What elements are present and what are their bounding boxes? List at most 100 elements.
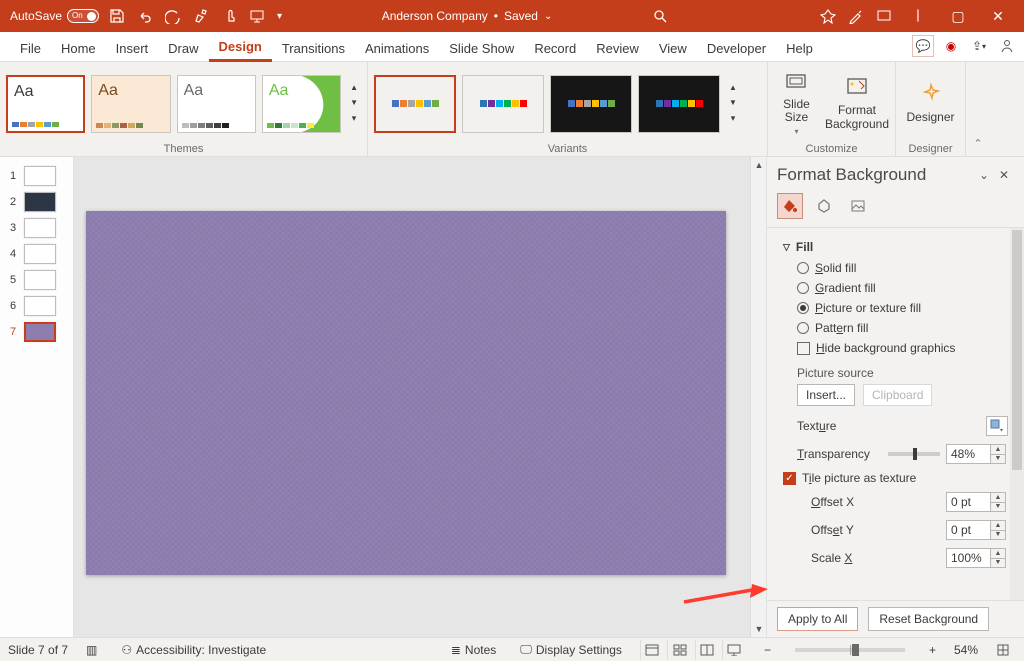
themes-gallery[interactable]: Aa Aa Aa Aa ▲▼▾ — [6, 66, 361, 141]
ribbon-options-icon[interactable] — [870, 2, 898, 30]
offset-y-spinner[interactable]: ▲▼ — [946, 520, 1008, 540]
tab-design[interactable]: Design — [209, 33, 272, 62]
variant-1[interactable] — [374, 75, 456, 133]
document-name[interactable]: Anderson Company — [382, 9, 488, 23]
check-tile-texture[interactable]: ✓Tile picture as texture — [783, 468, 1024, 488]
slide-canvas[interactable] — [86, 211, 726, 575]
transparency-slider[interactable] — [888, 452, 940, 456]
slide-size-button[interactable]: Slide Size ▾ — [774, 69, 819, 139]
quick-edit-icon[interactable] — [187, 2, 215, 30]
collapse-ribbon-icon[interactable]: ⌃ — [966, 62, 990, 156]
tab-insert[interactable]: Insert — [106, 35, 159, 61]
premium-icon[interactable] — [814, 2, 842, 30]
fit-to-window-icon[interactable] — [990, 638, 1016, 662]
variant-3[interactable] — [550, 75, 632, 133]
tab-file[interactable]: File — [10, 35, 51, 61]
present-icon[interactable] — [243, 2, 271, 30]
status-language[interactable]: ▥ — [80, 638, 103, 662]
tab-view[interactable]: View — [649, 35, 697, 61]
editor-scrollbar[interactable]: ▲ ▼ — [750, 157, 766, 637]
title-dropdown-icon[interactable]: ⌄ — [544, 11, 552, 22]
share-icon[interactable]: ⇪▾ — [968, 35, 990, 57]
thumbnail-3[interactable]: 3 — [0, 215, 73, 241]
comments-icon[interactable]: 💬 — [912, 35, 934, 57]
fill-section-toggle[interactable]: ▽Fill — [783, 236, 1024, 258]
zoom-in-button[interactable]: + — [923, 638, 942, 662]
reading-view-icon[interactable] — [695, 640, 719, 660]
tab-help[interactable]: Help — [776, 35, 823, 61]
undo-icon[interactable] — [131, 2, 159, 30]
thumbnail-5[interactable]: 5 — [0, 267, 73, 293]
fill-tab-icon[interactable] — [777, 193, 803, 219]
variants-more-icon[interactable]: ▲▼▾ — [726, 83, 740, 124]
thumbnail-7[interactable]: 7 — [0, 319, 73, 345]
account-icon[interactable] — [996, 35, 1018, 57]
sorter-view-icon[interactable] — [667, 640, 691, 660]
theme-card-3[interactable]: Aa — [177, 75, 256, 133]
scroll-up-icon[interactable]: ▲ — [751, 157, 766, 173]
check-hide-graphics[interactable]: Hide background graphics — [783, 338, 1024, 358]
display-settings-button[interactable]: 🖵Display Settings — [514, 638, 628, 662]
slide-editor[interactable]: ▲ ▼ — [74, 157, 766, 637]
variant-2[interactable] — [462, 75, 544, 133]
effects-tab-icon[interactable] — [811, 193, 837, 219]
qat-more-icon[interactable]: ▾ — [271, 2, 288, 30]
minimize-button[interactable]: 〡 — [898, 6, 938, 26]
notes-button[interactable]: ≣Notes — [445, 638, 502, 662]
thumbnail-1[interactable]: 1 — [0, 163, 73, 189]
redo-icon[interactable] — [159, 2, 187, 30]
autosave-label: AutoSave — [10, 9, 62, 23]
tab-transitions[interactable]: Transitions — [272, 35, 355, 61]
coming-soon-icon[interactable] — [842, 2, 870, 30]
tab-slideshow[interactable]: Slide Show — [439, 35, 524, 61]
picture-tab-icon[interactable] — [845, 193, 871, 219]
tab-developer[interactable]: Developer — [697, 35, 776, 61]
themes-more-icon[interactable]: ▲▼▾ — [347, 83, 361, 124]
maximize-button[interactable]: ▢ — [938, 8, 978, 25]
thumbnail-4[interactable]: 4 — [0, 241, 73, 267]
designer-button[interactable]: Designer — [902, 69, 959, 139]
autosave-toggle[interactable]: AutoSave On — [6, 2, 103, 30]
scale-x-spinner[interactable]: ▲▼ — [946, 548, 1008, 568]
scroll-down-icon[interactable]: ▼ — [751, 621, 766, 637]
tab-record[interactable]: Record — [524, 35, 586, 61]
slideshow-view-icon[interactable] — [722, 640, 746, 660]
radio-pattern-fill[interactable]: Pattern fill — [783, 318, 1024, 338]
offset-x-spinner[interactable]: ▲▼ — [946, 492, 1008, 512]
saved-state[interactable]: Saved — [504, 9, 538, 23]
radio-solid-fill[interactable]: Solid fill — [783, 258, 1024, 278]
zoom-slider[interactable] — [795, 648, 905, 652]
insert-picture-button[interactable]: Insert... — [797, 384, 855, 406]
theme-card-4[interactable]: Aa — [262, 75, 341, 133]
zoom-out-button[interactable]: − — [758, 638, 777, 662]
pane-options-icon[interactable]: ⌄ — [974, 168, 994, 182]
theme-card-2[interactable]: Aa — [91, 75, 170, 133]
radio-picture-fill[interactable]: Picture or texture fill — [783, 298, 1024, 318]
zoom-value[interactable]: 54% — [954, 643, 978, 657]
reset-background-button[interactable]: Reset Background — [868, 607, 989, 631]
radio-gradient-fill[interactable]: Gradient fill — [783, 278, 1024, 298]
tab-home[interactable]: Home — [51, 35, 106, 61]
tab-animations[interactable]: Animations — [355, 35, 439, 61]
texture-dropdown[interactable] — [986, 416, 1008, 436]
transparency-spinner[interactable]: ▲▼ — [946, 444, 1008, 464]
normal-view-icon[interactable] — [640, 640, 664, 660]
thumbnail-2[interactable]: 2 — [0, 189, 73, 215]
status-slide-counter[interactable]: Slide 7 of 7 — [8, 643, 68, 657]
pane-close-icon[interactable]: ✕ — [994, 168, 1014, 182]
title-bar: AutoSave On ▾ Anderson Company • Saved ⌄… — [0, 0, 1024, 32]
theme-card-1[interactable]: Aa — [6, 75, 85, 133]
touch-mode-icon[interactable] — [215, 2, 243, 30]
variants-gallery[interactable]: ▲▼▾ — [374, 66, 761, 141]
format-background-button[interactable]: Format Background — [825, 69, 889, 139]
thumbnail-6[interactable]: 6 — [0, 293, 73, 319]
tab-draw[interactable]: Draw — [158, 35, 208, 61]
save-icon[interactable] — [103, 2, 131, 30]
tab-review[interactable]: Review — [586, 35, 649, 61]
variant-4[interactable] — [638, 75, 720, 133]
search-icon[interactable] — [646, 2, 674, 30]
apply-to-all-button[interactable]: Apply to All — [777, 607, 858, 631]
record-icon[interactable]: ◉ — [940, 35, 962, 57]
status-accessibility[interactable]: ⚇Accessibility: Investigate — [115, 638, 272, 662]
close-button[interactable]: ✕ — [978, 8, 1018, 25]
